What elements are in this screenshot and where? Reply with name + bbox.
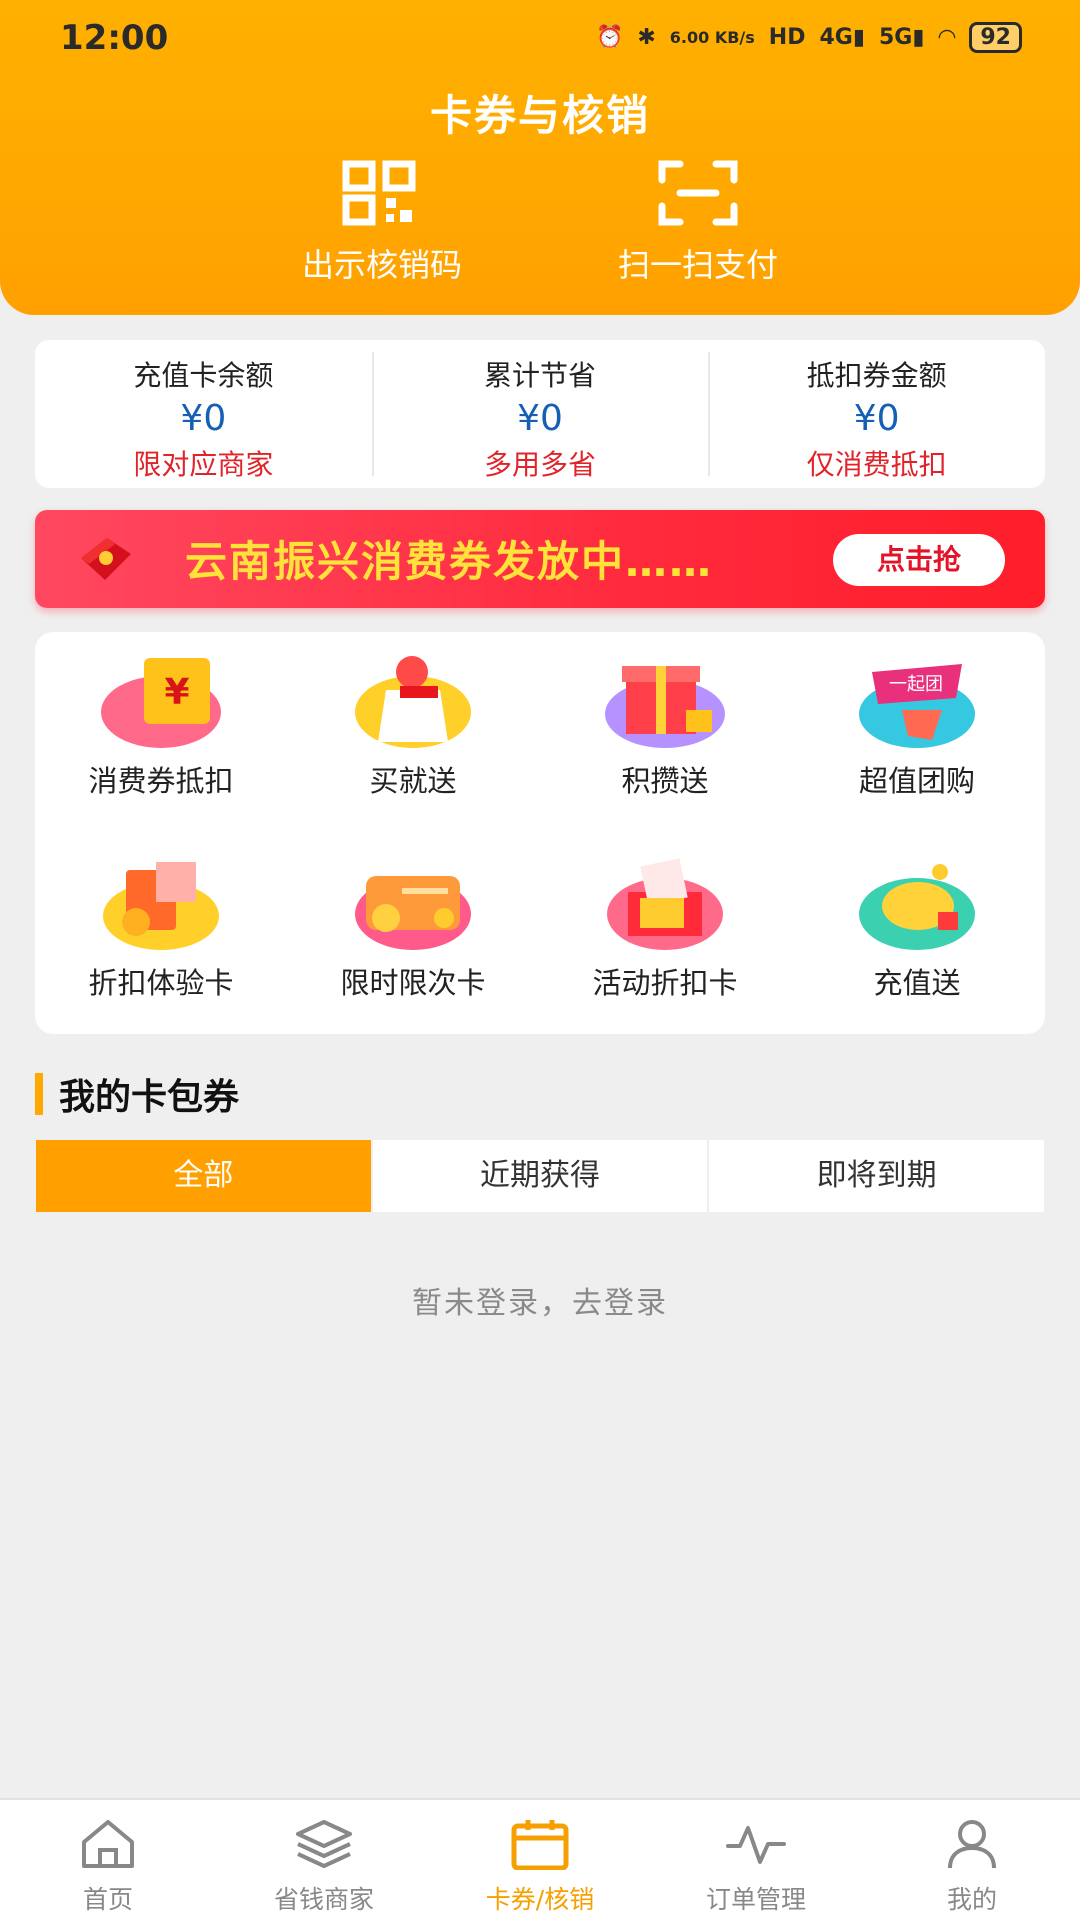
wallet-section-title: 我的卡包券 bbox=[35, 1072, 239, 1118]
coupon-promo-banner[interactable]: 云南振兴消费券发放中…… 点击抢 bbox=[35, 510, 1045, 608]
stat-note: 仅消费抵扣 bbox=[806, 448, 947, 481]
feature-event-discount-card[interactable]: 活动折扣卡 bbox=[539, 840, 791, 1030]
hd-icon: HD bbox=[768, 25, 806, 50]
feature-label: 超值团购 bbox=[858, 764, 975, 798]
nav-label: 首页 bbox=[82, 1885, 133, 1914]
feature-grid: ¥ 消费券抵扣 买就送 积攒送 一起团 超值团购 折扣体验卡 限时限次卡 活动折… bbox=[35, 632, 1045, 1034]
show-code-button[interactable]: 出示核销码 bbox=[252, 160, 512, 286]
user-icon bbox=[948, 1820, 996, 1869]
bottom-nav: 首页 省钱商家 卡券/核销 订单管理 我的 bbox=[0, 1798, 1080, 1922]
time-limited-card-icon bbox=[355, 876, 471, 950]
nav-profile[interactable]: 我的 bbox=[864, 1800, 1080, 1922]
svg-text:¥: ¥ bbox=[164, 672, 189, 713]
tab-expiring[interactable]: 即将到期 bbox=[707, 1140, 1044, 1212]
nav-label: 卡券/核销 bbox=[485, 1885, 595, 1914]
signal-4g-icon: 4G▮ bbox=[819, 25, 865, 50]
wifi-icon: ◠ bbox=[938, 25, 956, 50]
feature-recharge-gift[interactable]: 充值送 bbox=[791, 840, 1043, 1030]
recharge-gift-icon bbox=[859, 864, 975, 950]
discount-trial-card-icon bbox=[103, 862, 219, 950]
page-title: 卡券与核销 bbox=[429, 91, 650, 140]
calendar-icon bbox=[511, 1820, 569, 1871]
nav-merchants[interactable]: 省钱商家 bbox=[216, 1800, 432, 1922]
show-code-label: 出示核销码 bbox=[301, 246, 462, 284]
nav-orders[interactable]: 订单管理 bbox=[648, 1800, 864, 1922]
status-icons: ⏰ ✱ 6.00 KB/s HD 4G▮ 5G▮ ◠ 92 bbox=[596, 22, 1022, 53]
nav-label: 省钱商家 bbox=[273, 1885, 374, 1914]
stat-value: ¥0 bbox=[517, 398, 563, 439]
wallet-title: 我的卡包券 bbox=[59, 1077, 240, 1118]
net-speed: 6.00 KB/s bbox=[669, 28, 755, 47]
qr-code-icon bbox=[342, 160, 416, 226]
stat-value: ¥0 bbox=[853, 398, 900, 439]
buy-gift-icon bbox=[355, 656, 471, 748]
stat-note: 限对应商家 bbox=[133, 448, 274, 481]
layers-icon bbox=[296, 1820, 352, 1869]
feature-label: 限时限次卡 bbox=[340, 966, 486, 1000]
event-discount-card-icon bbox=[607, 858, 723, 950]
accumulate-gift-icon bbox=[605, 666, 725, 748]
alarm-icon: ⏰ bbox=[595, 25, 624, 50]
scan-pay-button[interactable]: 扫一扫支付 bbox=[568, 160, 828, 286]
title-accent-bar bbox=[35, 1073, 43, 1115]
header: 12:00 ⏰ ✱ 6.00 KB/s HD 4G▮ 5G▮ ◠ 92 卡券与核… bbox=[0, 0, 1080, 315]
nav-coupons[interactable]: 卡券/核销 bbox=[432, 1800, 648, 1922]
group-buy-icon: 一起团 bbox=[859, 664, 975, 748]
feature-time-limited-card[interactable]: 限时限次卡 bbox=[287, 840, 539, 1030]
feature-label: 活动折扣卡 bbox=[592, 966, 738, 1000]
feature-label: 充值送 bbox=[873, 966, 961, 1000]
feature-accumulate-gift[interactable]: 积攒送 bbox=[539, 638, 791, 828]
feature-label: 买就送 bbox=[369, 764, 457, 798]
tab-recent[interactable]: 近期获得 bbox=[370, 1140, 708, 1212]
status-time: 12:00 bbox=[60, 18, 169, 58]
feature-group-buy[interactable]: 一起团 超值团购 bbox=[791, 638, 1043, 828]
login-prompt[interactable]: 暂未登录，去登录 bbox=[0, 1278, 1080, 1322]
battery-icon: 92 bbox=[969, 22, 1022, 53]
feature-discount-trial-card[interactable]: 折扣体验卡 bbox=[35, 840, 287, 1030]
tab-all[interactable]: 全部 bbox=[36, 1140, 371, 1212]
stat-title: 充值卡余额 bbox=[133, 359, 274, 392]
stat-title: 累计节省 bbox=[484, 359, 597, 392]
activity-icon bbox=[726, 1826, 786, 1864]
feature-buy-gift[interactable]: 买就送 bbox=[287, 638, 539, 828]
recharge-balance[interactable]: 充值卡余额 ¥0 限对应商家 bbox=[35, 340, 372, 488]
nav-label: 订单管理 bbox=[705, 1885, 806, 1914]
svg-text:一起团: 一起团 bbox=[889, 674, 943, 695]
banner-text: 云南振兴消费券发放中…… bbox=[185, 537, 714, 586]
scan-icon bbox=[658, 160, 738, 226]
stat-title: 抵扣券金额 bbox=[806, 359, 947, 392]
scan-pay-label: 扫一扫支付 bbox=[617, 246, 778, 284]
signal-5g-icon: 5G▮ bbox=[878, 25, 925, 50]
stat-value: ¥0 bbox=[180, 398, 227, 439]
red-envelope-icon bbox=[81, 538, 131, 580]
coupon-amount[interactable]: 抵扣券金额 ¥0 仅消费抵扣 bbox=[708, 340, 1045, 488]
feature-label: 折扣体验卡 bbox=[88, 966, 234, 1000]
balance-summary: 充值卡余额 ¥0 限对应商家 累计节省 ¥0 多用多省 抵扣券金额 ¥0 仅消费… bbox=[35, 340, 1045, 488]
grab-coupon-button[interactable]: 点击抢 bbox=[833, 534, 1005, 586]
feature-label: 积攒送 bbox=[621, 764, 709, 798]
feature-label: 消费券抵扣 bbox=[88, 764, 234, 798]
bluetooth-icon: ✱ bbox=[637, 25, 656, 50]
stat-note: 多用多省 bbox=[484, 448, 597, 481]
total-saved[interactable]: 累计节省 ¥0 多用多省 bbox=[371, 340, 709, 488]
nav-home[interactable]: 首页 bbox=[0, 1800, 216, 1922]
coupon-deduct-icon: ¥ bbox=[101, 658, 221, 748]
home-icon bbox=[82, 1820, 134, 1868]
wallet-tabs: 全部 近期获得 即将到期 bbox=[36, 1140, 1044, 1212]
feature-coupon-deduct[interactable]: ¥ 消费券抵扣 bbox=[35, 638, 287, 828]
status-bar: 12:00 ⏰ ✱ 6.00 KB/s HD 4G▮ 5G▮ ◠ 92 bbox=[0, 18, 1080, 68]
nav-label: 我的 bbox=[946, 1885, 997, 1914]
